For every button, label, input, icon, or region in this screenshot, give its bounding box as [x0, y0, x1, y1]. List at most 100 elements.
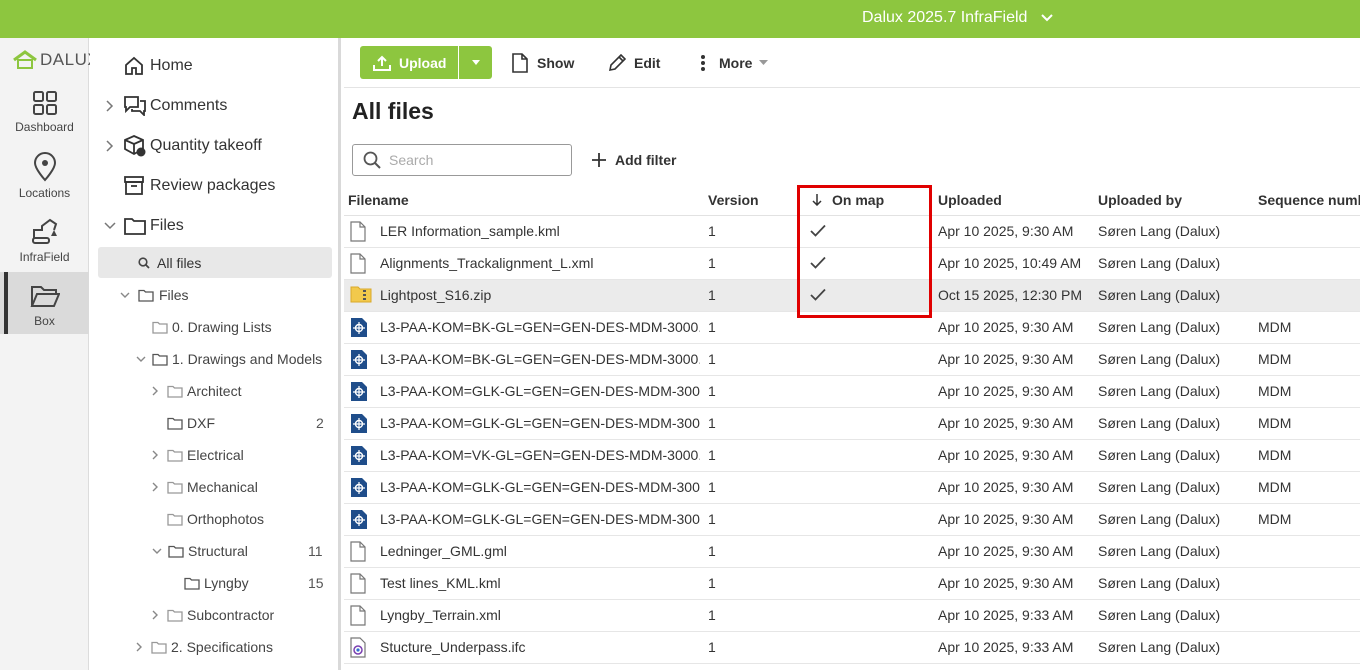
- column-header-version[interactable]: Version: [708, 192, 759, 208]
- table-row[interactable]: Stucture_Underpass.ifc 1 Apr 10 2025, 9:33…: [344, 632, 1360, 664]
- table-row[interactable]: Alignments_Trackalignment_L.xml 1 Apr 10 2…: [344, 248, 1360, 280]
- cell-version: 1: [708, 543, 716, 559]
- column-header-uploaded[interactable]: Uploaded: [938, 192, 1002, 208]
- search-input[interactable]: [389, 152, 559, 168]
- chevron-down-icon: [136, 356, 146, 362]
- folder-node-specifications[interactable]: 2. Specifications: [136, 631, 273, 663]
- table-row[interactable]: L3-PAA-KOM=GLK-GL=GEN=GEN-DES-MDM-300...…: [344, 472, 1360, 504]
- folder-node-mechanical[interactable]: Mechanical: [152, 471, 258, 503]
- table-row[interactable]: LER Information_sample.kml 1 Apr 10 2025, …: [344, 216, 1360, 248]
- folder-node-files[interactable]: Files: [120, 279, 189, 311]
- chevron-right-icon: [152, 386, 158, 396]
- pencil-icon: [608, 53, 626, 71]
- tree-item-home[interactable]: Home: [90, 46, 341, 86]
- cell-uploaded-by: Søren Lang (Dalux): [1098, 223, 1221, 239]
- column-header-uploaded-by[interactable]: Uploaded by: [1098, 192, 1182, 208]
- upload-dropdown-button[interactable]: [459, 46, 492, 79]
- cell-uploaded-by: Søren Lang (Dalux): [1098, 575, 1221, 591]
- table-row[interactable]: Ledninger_GML.gml 1 Apr 10 2025, 9:30 AM Sø…: [344, 536, 1360, 568]
- edit-button[interactable]: Edit: [608, 46, 660, 79]
- folder-node-drawings-and-models[interactable]: 1. Drawings and Models: [136, 343, 322, 375]
- folder-node-structural[interactable]: Structural 11: [152, 535, 327, 567]
- table-row[interactable]: Lightpost_S16.zip 1 Oct 15 2025, 12:30 PM S…: [344, 280, 1360, 312]
- table-row[interactable]: L3-PAA-KOM=VK-GL=GEN=GEN-DES-MDM-3000...…: [344, 440, 1360, 472]
- show-button[interactable]: Show: [512, 46, 574, 79]
- model-file-icon: [351, 446, 367, 465]
- rail-item-dashboard[interactable]: Dashboard: [0, 90, 89, 152]
- model-file-icon: [351, 478, 367, 497]
- folder-node-dxf[interactable]: DXF 2: [167, 407, 327, 439]
- folder-node-drawing-lists[interactable]: 0. Drawing Lists: [152, 311, 272, 343]
- folder-node-subcontractor[interactable]: Subcontractor: [152, 599, 274, 631]
- cell-version: 1: [708, 383, 716, 399]
- project-selector[interactable]: Dalux 2025.7 InfraField: [862, 9, 1054, 27]
- tree-item-files[interactable]: Files: [90, 206, 341, 246]
- folder-label: 0. Drawing Lists: [172, 319, 272, 335]
- cell-filename[interactable]: Alignments_Trackalignment_L.xml: [380, 255, 700, 271]
- file-icon: [350, 541, 366, 562]
- folder-icon: [167, 449, 183, 462]
- rail-item-box[interactable]: Box: [0, 272, 89, 334]
- search-box[interactable]: [352, 144, 572, 176]
- cell-filename[interactable]: L3-PAA-KOM=BK-GL=GEN=GEN-DES-MDM-3000...: [380, 319, 700, 335]
- cell-filename[interactable]: L3-PAA-KOM=GLK-GL=GEN=GEN-DES-MDM-300...: [380, 479, 700, 495]
- upload-button[interactable]: Upload: [360, 46, 458, 79]
- table-row[interactable]: L3-PAA-KOM=GLK-GL=GEN=GEN-DES-MDM-300...…: [344, 376, 1360, 408]
- table-row[interactable]: Lyngby_Terrain.xml 1 Apr 10 2025, 9:33 AM S…: [344, 600, 1360, 632]
- cell-filename[interactable]: Test lines_KML.kml: [380, 575, 700, 591]
- cell-filename[interactable]: L3-PAA-KOM=GLK-GL=GEN=GEN-DES-MDM-300...: [380, 511, 700, 527]
- cell-version: 1: [708, 575, 716, 591]
- folder-node-architect[interactable]: Architect: [152, 375, 241, 407]
- table-row[interactable]: L3-PAA-KOM=GLK-GL=GEN=GEN-DES-MDM-300...…: [344, 408, 1360, 440]
- folder-icon: [168, 545, 184, 558]
- cell-version: 1: [708, 255, 716, 271]
- add-filter-label: Add filter: [615, 152, 677, 168]
- on-map-check: [810, 288, 826, 304]
- chevron-down-icon: [152, 548, 162, 554]
- cell-sequence: MDM: [1258, 511, 1292, 527]
- tree-item-comments[interactable]: Comments: [90, 86, 341, 126]
- tree-item-all-files[interactable]: All files: [98, 247, 332, 278]
- cell-uploaded-by: Søren Lang (Dalux): [1098, 607, 1221, 623]
- file-type-icon: [350, 509, 368, 533]
- cell-filename[interactable]: LER Information_sample.kml: [380, 223, 700, 239]
- table-row[interactable]: L3-PAA-KOM=GLK-GL=GEN=GEN-DES-MDM-300...…: [344, 504, 1360, 536]
- cell-sequence: MDM: [1258, 415, 1292, 431]
- folder-icon: [138, 289, 154, 302]
- cell-version: 1: [708, 511, 716, 527]
- archive-icon: [124, 176, 144, 195]
- table-row[interactable]: L3-PAA-KOM=BK-GL=GEN=GEN-DES-MDM-3000...…: [344, 312, 1360, 344]
- cell-filename[interactable]: L3-PAA-KOM=GLK-GL=GEN=GEN-DES-MDM-300...: [380, 415, 700, 431]
- folder-node-electrical[interactable]: Electrical: [152, 439, 244, 471]
- rail-label: Dashboard: [15, 120, 74, 134]
- rail-item-infrafield[interactable]: InfraField: [0, 216, 89, 278]
- rail-item-locations[interactable]: Locations: [0, 152, 89, 214]
- cell-filename[interactable]: L3-PAA-KOM=BK-GL=GEN=GEN-DES-MDM-3000...: [380, 351, 700, 367]
- cell-version: 1: [708, 639, 716, 655]
- column-header-sequence-number[interactable]: Sequence numb: [1258, 192, 1360, 208]
- comments-icon: [124, 96, 146, 116]
- chevron-right-icon: [106, 100, 114, 112]
- table-row[interactable]: Test lines_KML.kml 1 Apr 10 2025, 9:30 AM S…: [344, 568, 1360, 600]
- folder-label: Lyngby: [204, 575, 249, 591]
- cell-uploaded: Apr 10 2025, 9:30 AM: [938, 223, 1074, 239]
- cell-filename[interactable]: Lyngby_Terrain.xml: [380, 607, 700, 623]
- cell-filename[interactable]: L3-PAA-KOM=VK-GL=GEN=GEN-DES-MDM-3000...: [380, 447, 700, 463]
- folder-node-lyngby[interactable]: Lyngby 15: [184, 567, 327, 599]
- more-button[interactable]: More: [700, 46, 769, 79]
- cell-filename[interactable]: Ledninger_GML.gml: [380, 543, 700, 559]
- folder-node-orthophotos[interactable]: Orthophotos: [167, 503, 264, 535]
- cell-filename[interactable]: L3-PAA-KOM=GLK-GL=GEN=GEN-DES-MDM-300...: [380, 383, 700, 399]
- add-filter-button[interactable]: Add filter: [592, 148, 676, 172]
- table-row[interactable]: L3-PAA-KOM=BK-GL=GEN=GEN-DES-MDM-3000...…: [344, 344, 1360, 376]
- cell-version: 1: [708, 287, 716, 303]
- column-header-on-map[interactable]: On map: [812, 192, 884, 208]
- cell-filename[interactable]: Stucture_Underpass.ifc: [380, 639, 700, 655]
- dalux-logo[interactable]: DALUX: [12, 50, 99, 70]
- tree-item-quantity-takeoff[interactable]: Quantity takeoff: [90, 126, 341, 166]
- model-file-icon: [351, 510, 367, 529]
- cell-filename[interactable]: Lightpost_S16.zip: [380, 287, 700, 303]
- folder-icon: [167, 417, 183, 430]
- column-header-filename[interactable]: Filename: [348, 192, 409, 208]
- tree-item-review-packages[interactable]: Review packages: [90, 166, 341, 206]
